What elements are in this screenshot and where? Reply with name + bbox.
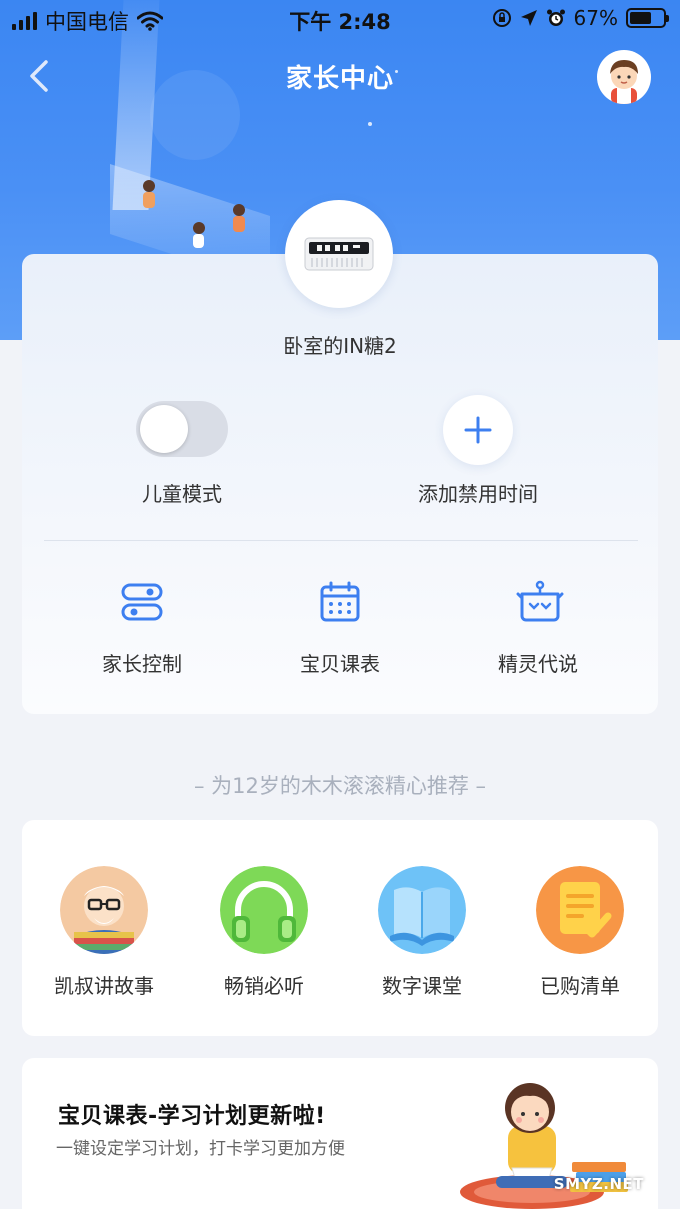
alarm-icon [546, 9, 565, 26]
screen-rotation-lock-icon [492, 9, 511, 27]
book-icon [378, 866, 466, 954]
schedule-update-banner[interactable]: 宝贝课表-学习计划更新啦! 一键设定学习计划，打卡学习更加方便 SMYZ.NET [22, 1058, 658, 1209]
rec-item-purchased-list[interactable]: 已购清单 [510, 866, 650, 1006]
tool-baby-schedule[interactable]: 宝贝课表 [250, 580, 430, 680]
add-forbidden-time-label: 添加禁用时间 [418, 482, 538, 506]
calendar-icon [320, 581, 360, 622]
kids-illustration [143, 180, 245, 248]
rec-item-label: 凯叔讲故事 [54, 974, 154, 998]
storyteller-icon [60, 866, 148, 954]
child-mode-label: 儿童模式 [142, 482, 222, 506]
banner-subtitle: 一键设定学习计划，打卡学习更加方便 [56, 1139, 345, 1159]
tool-label: 宝贝课表 [300, 652, 380, 676]
rec-item-label: 已购清单 [540, 974, 620, 998]
rec-item-label: 数字课堂 [382, 974, 462, 998]
location-icon [520, 10, 537, 26]
rec-item-bestsellers[interactable]: 畅销必听 [194, 866, 334, 1006]
robot-icon [516, 580, 564, 622]
rec-item-kaishu-stories[interactable]: 凯叔讲故事 [34, 866, 174, 1006]
add-forbidden-time-button[interactable] [443, 395, 513, 465]
tool-parental-control[interactable]: 家长控制 [52, 580, 232, 680]
toggle-knob [140, 405, 188, 453]
banner-title: 宝贝课表-学习计划更新啦! [58, 1104, 326, 1129]
rec-item-digital-classroom[interactable]: 数字课堂 [352, 866, 492, 1006]
checklist-icon [536, 866, 624, 954]
watermark: SMYZ.NET [553, 1175, 644, 1193]
recommend-title: – 为12岁的木木滚滚精心推荐 – [193, 774, 487, 798]
battery-icon [626, 8, 669, 28]
battery-percent: 67% [573, 6, 618, 30]
divider [44, 540, 638, 541]
tool-label: 精灵代说 [498, 652, 578, 676]
tool-label: 家长控制 [102, 652, 182, 676]
child-mode-toggle[interactable] [136, 401, 228, 457]
page-title: 家长中心 [285, 64, 394, 94]
star-decoration [368, 122, 372, 126]
headphones-icon [220, 866, 308, 954]
status-bar: 中国电信 下午 2:48 67% [0, 0, 680, 40]
child-avatar-icon[interactable] [597, 50, 651, 104]
alarm-clock-speaker-icon [285, 200, 393, 308]
toggle-switches-icon [121, 583, 163, 621]
plus-icon [464, 416, 492, 444]
device-name: 卧室的IN糖2 [283, 334, 397, 358]
tool-spirit-speak[interactable]: 精灵代说 [448, 580, 628, 680]
rec-item-label: 畅销必听 [224, 974, 304, 998]
